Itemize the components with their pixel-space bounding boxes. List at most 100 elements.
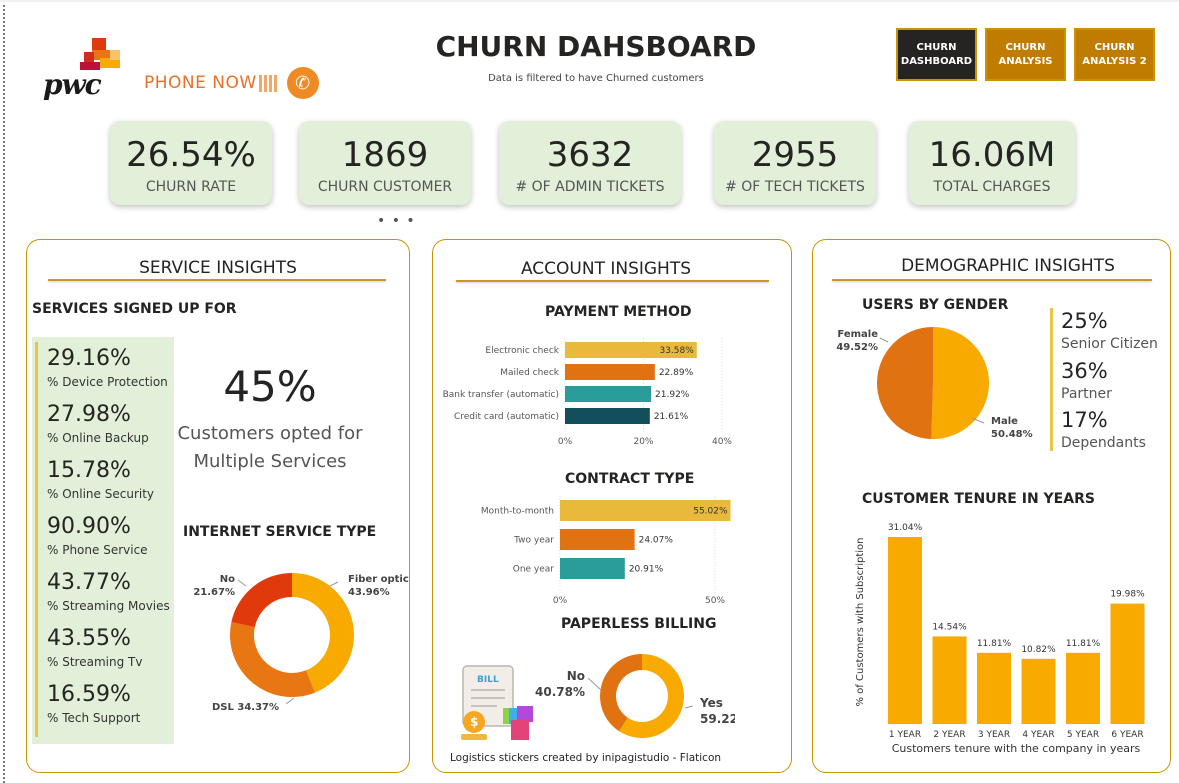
y-axis-title: % of Customers with Subscription [855,538,866,707]
dashboard-title: CHURN DAHSBOARD [435,30,757,63]
bar-value-label: 33.58% [659,346,694,356]
bar[interactable] [1021,658,1056,724]
x-tick-label: 20% [633,437,653,447]
category-label: Credit card (automatic) [454,412,559,422]
bar-value-label: 55.02% [693,507,728,517]
phone-now-text: PHONE NOW [144,73,257,93]
service-label: % Tech Support [47,711,141,725]
bar[interactable] [565,408,650,424]
multiple-services-line2: Multiple Services [193,451,347,472]
bar-value-label: 11.81% [977,639,1012,649]
slice-name-label: Male [991,416,1018,427]
bar[interactable] [560,558,625,579]
x-tick-label: 6 YEAR [1111,730,1143,740]
service-stat-online-security: 15.78% % Online Security [47,458,154,502]
demographic-pct: 36% [1061,359,1108,383]
services-accent-bar [35,342,38,737]
slice-no[interactable] [600,654,642,732]
bill-sticker-icon: BILL $ [455,662,547,746]
service-stat-tech-support: 16.59% % Tech Support [47,682,140,726]
nav-churn-dashboard-button[interactable]: CHURN DASHBOARD [896,28,977,81]
customer-tenure-heading: CUSTOMER TENURE IN YEARS [862,491,1095,507]
service-stat-phone-service: 90.90% % Phone Service [47,514,148,558]
category-label: Two year [513,536,554,546]
bar[interactable] [977,652,1011,724]
pwc-logo: pwc [40,38,125,101]
nav-churn-analysis-2-button[interactable]: CHURN ANALYSIS 2 [1074,28,1155,81]
bar-value-label: 14.54% [932,622,967,632]
internet-service-heading: INTERNET SERVICE TYPE [183,524,377,540]
slice-value-label: 40.78% [535,685,585,699]
stat-dependants: 17% Dependants [1061,408,1146,452]
service-stat-device-protection: 29.16% % Device Protection [47,346,168,390]
demographic-accent-bar [1050,308,1053,451]
account-title-rule [456,280,769,282]
multiple-services-line1: Customers opted for [177,423,363,444]
multiple-services-pct: 45% [223,362,317,411]
bar[interactable] [932,636,967,724]
service-label: % Online Security [47,487,155,501]
bar-value-label: 21.61% [654,412,689,422]
bar[interactable] [1066,652,1100,724]
bar[interactable] [1110,603,1145,724]
bar-value-label: 24.07% [639,536,674,546]
more-options-icon[interactable]: • • • [377,213,416,229]
service-stat-streaming-movies: 43.77% % Streaming Movies [47,570,170,614]
phone-now-logo: PHONE NOW ✆ [144,66,319,100]
slice-no[interactable] [231,573,292,628]
paperless-billing-heading: PAPERLESS BILLING [561,616,717,632]
x-tick-label: 4 YEAR [1022,730,1054,740]
nav-churn-analysis-button[interactable]: CHURN ANALYSIS [985,28,1066,81]
slice-female[interactable] [876,327,933,439]
bar[interactable] [565,386,652,402]
dashboard-subtitle: Data is filtered to have Churned custome… [488,73,704,84]
left-dotted-border [3,0,5,783]
category-label: Month-to-month [481,507,554,517]
service-label: % Device Protection [47,375,168,389]
kpi-label: CHURN CUSTOMER [317,179,453,195]
category-label: Electronic check [485,346,559,356]
slice-value-label: 49.52% [836,342,878,353]
leader-line [285,697,295,705]
leader-line [684,705,694,709]
slice-value-label: 59.22% [700,712,735,726]
kpi-value: 1869 [341,135,429,175]
bar[interactable] [560,529,635,550]
demographic-label: Dependants [1061,435,1146,451]
phone-now-bars [258,74,277,92]
service-label: % Streaming Tv [47,655,143,669]
bar-value-label: 19.98% [1110,590,1145,600]
service-pct: 90.90% [47,514,131,539]
services-signed-up-heading: SERVICES SIGNED UP FOR [32,301,237,317]
bar[interactable] [565,364,655,380]
x-tick-label: 3 YEAR [978,730,1010,740]
stat-senior-citizen: 25% Senior Citizen [1061,309,1158,353]
bill-label: BILL [477,675,499,685]
x-tick-label: 2 YEAR [933,730,965,740]
kpi-card-total-charges: 16.06M TOTAL CHARGES [909,121,1075,205]
demographic-title-rule [832,279,1152,281]
category-label: One year [513,565,555,575]
slice-male[interactable] [931,327,989,439]
slice-value-label: 21.67% [193,587,235,598]
service-title-rule [48,279,386,281]
gender-pie-chart: Male 50.48% Female 49.52% [836,327,1033,440]
bar[interactable] [888,537,922,724]
kpi-card-tech-tickets: 2955 # OF TECH TICKETS [714,121,876,205]
multiple-services-caption: Customers opted for Multiple Services [170,420,370,476]
phone-icon: ✆ [286,67,319,99]
category-label: Bank transfer (automatic) [443,390,559,400]
service-pct: 16.59% [47,682,131,707]
kpi-value: 16.06M [928,135,1056,175]
kpi-value: 26.54% [126,135,256,175]
bar-value-label: 11.81% [1066,639,1101,649]
service-label: % Phone Service [47,543,148,557]
slice-value-label: 50.48% [991,429,1033,440]
demographic-pct: 25% [1061,309,1108,333]
bar-value-label: 21.92% [655,390,690,400]
slice-dsl[interactable] [230,622,315,697]
x-tick-label: 5 YEAR [1067,730,1099,740]
contract-type-bar-chart: 0% 50% Month-to-month 55.02% Two year 24.07% O… [481,496,731,606]
kpi-label: # OF TECH TICKETS [725,179,865,195]
users-by-gender-heading: USERS BY GENDER [862,297,1009,313]
